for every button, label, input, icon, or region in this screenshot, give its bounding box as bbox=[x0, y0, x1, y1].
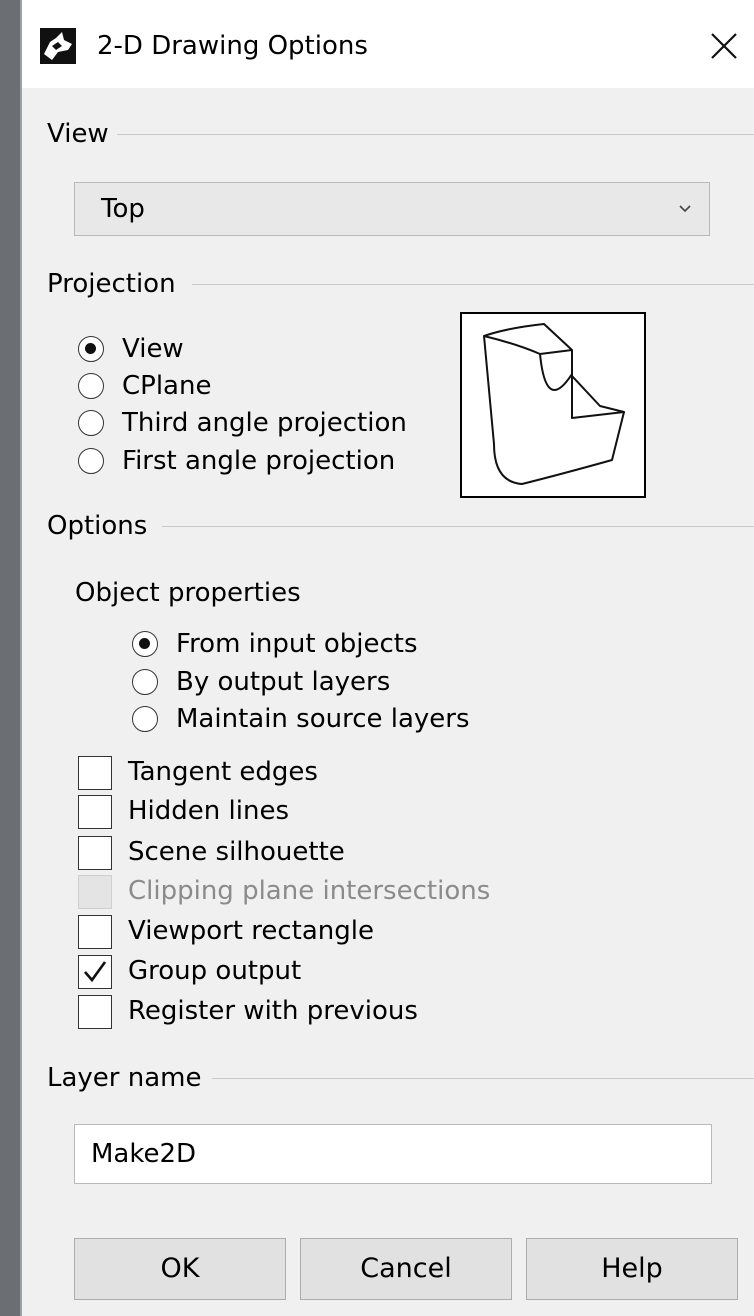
checkbox[interactable] bbox=[78, 836, 112, 870]
make2d-dialog: 2-D Drawing Options View Top Projection … bbox=[22, 0, 754, 1316]
checkbox[interactable] bbox=[78, 955, 112, 989]
checkbox bbox=[78, 875, 112, 909]
checkbox[interactable] bbox=[78, 795, 112, 829]
radio-button[interactable] bbox=[78, 448, 104, 474]
checkbox-label: Hidden lines bbox=[128, 796, 289, 826]
window-title: 2-D Drawing Options bbox=[97, 31, 368, 61]
projection-section-label: Projection bbox=[47, 268, 184, 300]
radio-button[interactable] bbox=[132, 631, 158, 657]
checkbox-label: Tangent edges bbox=[128, 757, 318, 787]
radio-button[interactable] bbox=[78, 373, 104, 399]
ok-button[interactable]: OK bbox=[74, 1238, 286, 1300]
layer-name-section-label: Layer name bbox=[47, 1062, 210, 1094]
radio-label: CPlane bbox=[122, 371, 212, 401]
checkbox-label: Clipping plane intersections bbox=[128, 876, 491, 906]
radio-label: First angle projection bbox=[122, 446, 396, 476]
title-bar[interactable]: 2-D Drawing Options bbox=[22, 0, 754, 88]
projection-preview-image bbox=[460, 312, 646, 498]
rhino-app-icon bbox=[40, 28, 76, 64]
layer-name-input[interactable]: Make2D bbox=[74, 1124, 712, 1184]
options-section-label: Options bbox=[47, 510, 156, 542]
radio-label: View bbox=[122, 334, 184, 364]
radio-button[interactable] bbox=[132, 669, 158, 695]
chevron-down-icon bbox=[677, 201, 693, 217]
radio-label: By output layers bbox=[176, 667, 391, 697]
options-divider bbox=[162, 526, 754, 527]
radio-button[interactable] bbox=[78, 410, 104, 436]
radio-button[interactable] bbox=[78, 336, 104, 362]
view-select[interactable]: Top bbox=[74, 182, 710, 236]
radio-label: From input objects bbox=[176, 629, 418, 659]
radio-label: Third angle projection bbox=[122, 408, 407, 438]
checkbox-label: Group output bbox=[128, 956, 302, 986]
checkbox-label: Register with previous bbox=[128, 996, 418, 1026]
checkbox-label: Viewport rectangle bbox=[128, 916, 374, 946]
layer-name-divider bbox=[212, 1078, 754, 1079]
help-button[interactable]: Help bbox=[526, 1238, 738, 1300]
radio-label: Maintain source layers bbox=[176, 704, 470, 734]
cancel-button[interactable]: Cancel bbox=[300, 1238, 512, 1300]
checkbox-label: Scene silhouette bbox=[128, 837, 345, 867]
view-select-value: Top bbox=[101, 194, 145, 224]
view-divider bbox=[112, 134, 754, 135]
checkbox[interactable] bbox=[78, 915, 112, 949]
object-properties-label: Object properties bbox=[75, 578, 301, 608]
checkbox[interactable] bbox=[78, 756, 112, 790]
radio-button[interactable] bbox=[132, 706, 158, 732]
close-icon[interactable] bbox=[700, 22, 748, 70]
checkmark-icon bbox=[84, 961, 107, 983]
projection-divider bbox=[192, 284, 754, 285]
checkbox[interactable] bbox=[78, 995, 112, 1029]
view-section-label: View bbox=[47, 118, 117, 150]
